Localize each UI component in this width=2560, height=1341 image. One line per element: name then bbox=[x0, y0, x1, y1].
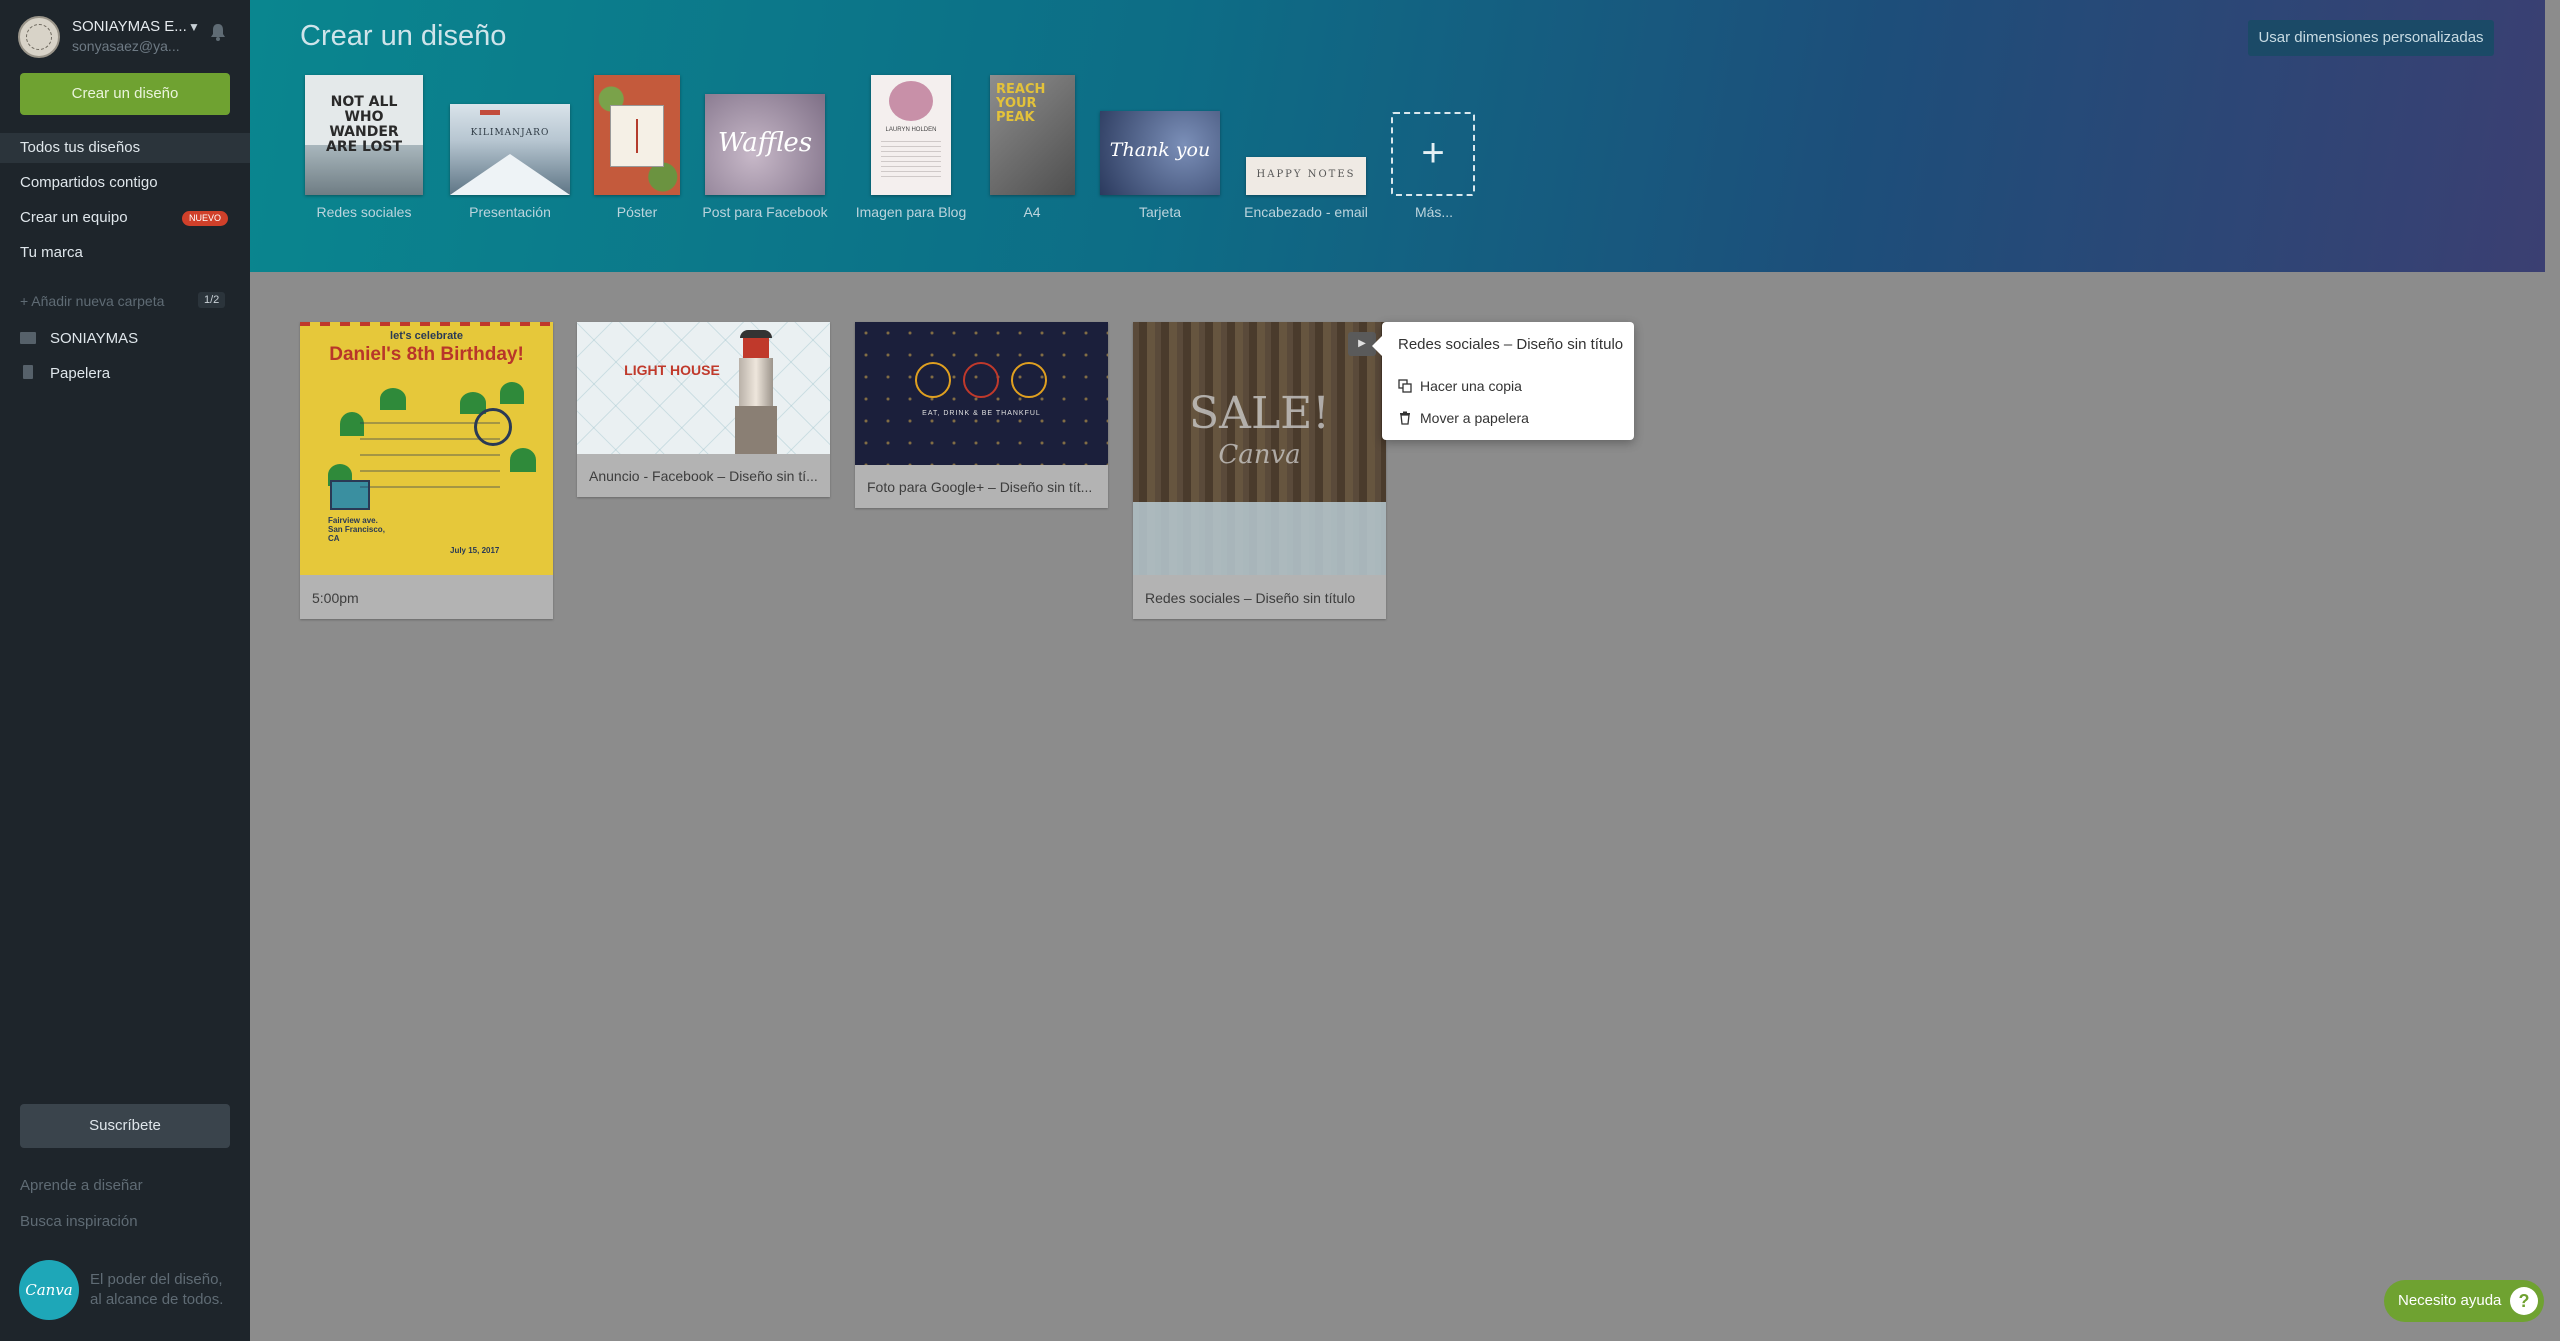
learn-design-link[interactable]: Aprende a diseñar bbox=[20, 1177, 143, 1194]
copy-icon bbox=[1398, 379, 1412, 393]
folder-icon bbox=[20, 332, 36, 344]
nav-your-brand[interactable]: Tu marca bbox=[0, 238, 250, 268]
menu-item-trash[interactable]: Mover a papelera bbox=[1398, 410, 1529, 426]
design-title[interactable]: Redes sociales – Diseño sin título bbox=[1145, 590, 1375, 606]
design-type-label[interactable]: A4 bbox=[1023, 204, 1040, 220]
design-thumbnail[interactable]: LIGHT HOUSE bbox=[577, 322, 830, 454]
nav-shared-with-you[interactable]: Compartidos contigo bbox=[0, 168, 250, 198]
design-type-label[interactable]: Redes sociales bbox=[317, 204, 412, 220]
design-title[interactable]: 5:00pm bbox=[312, 590, 542, 606]
design-type-label[interactable]: Encabezado - email bbox=[1244, 204, 1368, 220]
design-card[interactable]: EAT, DRINK & BE THANKFUL Foto para Googl… bbox=[855, 322, 1108, 508]
bell-icon[interactable] bbox=[208, 22, 228, 42]
design-type-poster[interactable] bbox=[594, 75, 680, 195]
create-design-header: Crear un diseño Usar dimensiones persona… bbox=[250, 0, 2545, 272]
help-label: Necesito ayuda bbox=[2398, 1292, 2502, 1309]
design-title[interactable]: Anuncio - Facebook – Diseño sin tí... bbox=[589, 468, 819, 484]
tagline-line: al alcance de todos. bbox=[90, 1291, 224, 1308]
thumb-text: LIGHT HOUSE bbox=[624, 362, 720, 378]
menu-item-copy[interactable]: Hacer una copia bbox=[1398, 378, 1522, 394]
nav-label: Todos tus diseños bbox=[20, 139, 141, 156]
thumb-text: HAPPY NOTES bbox=[1256, 169, 1356, 180]
menu-item-label: Mover a papelera bbox=[1420, 410, 1529, 426]
thumb-text: July 15, 2017 bbox=[450, 546, 500, 555]
design-type-email-header[interactable]: HAPPY NOTES bbox=[1246, 157, 1366, 195]
help-button[interactable]: Necesito ayuda ? bbox=[2384, 1280, 2544, 1322]
trash-icon bbox=[1400, 411, 1410, 425]
nav-create-team[interactable]: Crear un equipo NUEVO bbox=[0, 203, 250, 233]
design-card[interactable]: let's celebrate Daniel's 8th Birthday! F… bbox=[300, 322, 553, 619]
menu-item-label: Hacer una copia bbox=[1420, 378, 1522, 394]
tagline: El poder del diseño, al alcance de todos… bbox=[90, 1270, 223, 1310]
thumb-text: NOT ALL WHO WANDER ARE LOST bbox=[325, 94, 402, 155]
design-type-label[interactable]: Más... bbox=[1415, 204, 1453, 220]
thumb-text: Fairview ave. San Francisco, CA bbox=[328, 516, 385, 543]
sidebar: SONIAYMAS E... sonyasaez@ya... ▼ Crear u… bbox=[0, 0, 250, 1341]
thumb-text: REACH YOUR PEAK bbox=[996, 82, 1046, 125]
thumb-text: EAT, DRINK & BE THANKFUL bbox=[922, 410, 1041, 417]
design-type-label[interactable]: Tarjeta bbox=[1139, 204, 1181, 220]
nav-all-designs[interactable]: Todos tus diseños bbox=[0, 133, 250, 163]
nav-label: Tu marca bbox=[20, 244, 83, 261]
trash-icon bbox=[23, 365, 33, 379]
tagline-line: El poder del diseño, bbox=[90, 1271, 223, 1288]
thumb-text: let's celebrate bbox=[390, 330, 463, 342]
page-title: Crear un diseño bbox=[300, 20, 507, 52]
folder-label: Papelera bbox=[50, 365, 111, 382]
folder-soniaymas[interactable]: SONIAYMAS bbox=[20, 330, 138, 347]
design-card[interactable]: LIGHT HOUSE Anuncio - Facebook – Diseño … bbox=[577, 322, 830, 497]
subscribe-button[interactable]: Suscríbete bbox=[20, 1104, 230, 1148]
thumb-text: LAURYN HOLDEN bbox=[885, 127, 937, 133]
design-type-label[interactable]: Post para Facebook bbox=[702, 204, 827, 220]
design-card[interactable]: SALE! Canva Redes sociales – Diseño sin … bbox=[1133, 322, 1386, 619]
thumb-text: Daniel's 8th Birthday! bbox=[329, 344, 524, 365]
design-type-card[interactable]: Thank you bbox=[1100, 111, 1220, 195]
profile-name: SONIAYMAS E... bbox=[72, 18, 187, 35]
chevron-down-icon[interactable]: ▼ bbox=[188, 20, 200, 34]
canva-logo: Canva bbox=[19, 1260, 79, 1320]
design-context-menu: Redes sociales – Diseño sin título Hacer… bbox=[1372, 322, 1634, 440]
design-type-label[interactable]: Póster bbox=[617, 204, 657, 220]
nav-label: Compartidos contigo bbox=[20, 174, 158, 191]
new-badge: NUEVO bbox=[182, 211, 229, 226]
thumb-text: Canva bbox=[1218, 440, 1301, 470]
thumb-text: KILIMANJARO bbox=[470, 128, 550, 138]
folder-trash[interactable]: Papelera bbox=[20, 365, 110, 382]
avatar[interactable] bbox=[18, 16, 60, 58]
question-icon: ? bbox=[2510, 1287, 2538, 1315]
design-type-social-media[interactable]: NOT ALL WHO WANDER ARE LOST bbox=[305, 75, 423, 195]
folder-count: 1/2 bbox=[198, 292, 226, 308]
more-types-button[interactable]: + bbox=[1391, 112, 1475, 196]
design-thumbnail[interactable]: SALE! Canva bbox=[1133, 322, 1386, 575]
thumb-text: SALE! bbox=[1189, 388, 1330, 439]
design-title[interactable]: Foto para Google+ – Diseño sin tít... bbox=[867, 479, 1097, 495]
folder-label: SONIAYMAS bbox=[50, 330, 139, 347]
create-design-button[interactable]: Crear un diseño bbox=[20, 73, 230, 115]
design-type-label[interactable]: Imagen para Blog bbox=[856, 204, 967, 220]
design-type-a4[interactable]: REACH YOUR PEAK bbox=[990, 75, 1075, 195]
profile-menu[interactable]: SONIAYMAS E... sonyasaez@ya... ▼ bbox=[18, 14, 238, 60]
menu-title: Redes sociales – Diseño sin título bbox=[1398, 336, 1624, 353]
add-folder-link[interactable]: + Añadir nueva carpeta bbox=[20, 293, 164, 309]
custom-dimensions-button[interactable]: Usar dimensiones personalizadas bbox=[2248, 20, 2494, 56]
design-thumbnail[interactable]: let's celebrate Daniel's 8th Birthday! F… bbox=[300, 322, 553, 575]
thumb-text: Thank you bbox=[1109, 139, 1211, 161]
nav-label: Crear un equipo bbox=[20, 209, 128, 226]
design-type-blog-image[interactable]: LAURYN HOLDEN bbox=[871, 75, 951, 195]
thumb-text: Waffles bbox=[717, 128, 813, 158]
design-type-presentation[interactable]: KILIMANJARO bbox=[450, 104, 570, 195]
design-type-facebook-post[interactable]: Waffles bbox=[705, 94, 825, 195]
inspiration-link[interactable]: Busca inspiración bbox=[20, 1213, 138, 1230]
profile-email: sonyasaez@ya... bbox=[72, 38, 180, 54]
design-type-label[interactable]: Presentación bbox=[469, 204, 551, 220]
design-thumbnail[interactable]: EAT, DRINK & BE THANKFUL bbox=[855, 322, 1108, 465]
